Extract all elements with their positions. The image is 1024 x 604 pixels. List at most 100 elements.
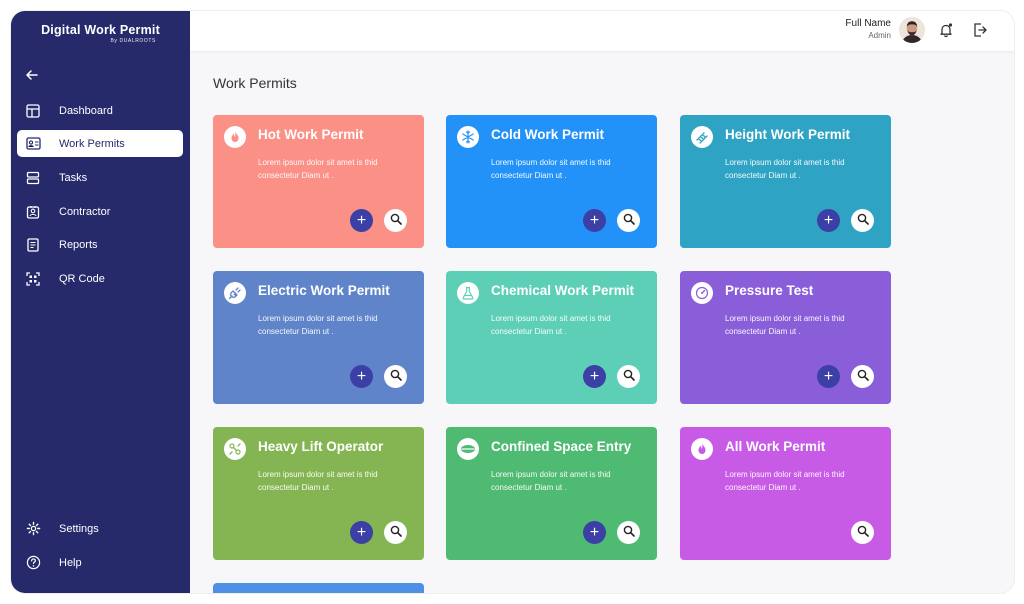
permit-card-cold-work-permit[interactable]: Cold Work Permit Lorem ipsum dolor sit am…	[446, 115, 657, 248]
search-icon	[390, 212, 402, 230]
flask-icon	[457, 282, 479, 304]
card-title: Cold Work Permit	[491, 127, 605, 142]
manhole-icon	[457, 438, 479, 460]
add-permit-button[interactable]: +	[350, 209, 373, 232]
add-permit-button[interactable]: +	[350, 521, 373, 544]
sidebar-item-label: Contractor	[59, 205, 111, 218]
sidebar-item-label: Reports	[59, 238, 98, 251]
brand-logo: Digital Work Permit By DUALROOTS	[11, 23, 190, 44]
sidebar-item-contractor[interactable]: Contractor	[17, 198, 183, 225]
permit-card-all-work-permit[interactable]: All Work Permit Lorem ipsum dolor sit ame…	[680, 427, 891, 560]
brand-title: Digital Work Permit	[41, 23, 160, 37]
flame-icon	[691, 438, 713, 460]
card-title: Height Work Permit	[725, 127, 851, 142]
page-title: Work Permits	[213, 75, 297, 91]
permit-card-heavy-lift-operator[interactable]: Heavy Lift Operator Lorem ipsum dolor sit…	[213, 427, 424, 560]
view-permit-button[interactable]	[617, 521, 640, 544]
search-icon	[623, 212, 635, 230]
permit-card-confined-space-entry[interactable]: Confined Space Entry Lorem ipsum dolor si…	[446, 427, 657, 560]
back-arrow-icon[interactable]	[24, 67, 40, 83]
view-permit-button[interactable]	[851, 209, 874, 232]
add-permit-button[interactable]: +	[817, 209, 840, 232]
permit-card-height-work-permit[interactable]: Height Work Permit Lorem ipsum dolor sit …	[680, 115, 891, 248]
search-icon	[857, 368, 869, 386]
view-permit-button[interactable]	[384, 521, 407, 544]
view-permit-button[interactable]	[617, 209, 640, 232]
add-permit-button[interactable]: +	[350, 365, 373, 388]
search-icon	[857, 524, 869, 542]
plus-icon: +	[356, 367, 367, 385]
gauge-icon	[691, 282, 713, 304]
plug-icon	[224, 282, 246, 304]
reports-icon	[25, 237, 41, 253]
sidebar-item-reports[interactable]: Reports	[17, 231, 183, 258]
contractor-icon	[25, 204, 41, 220]
sidebar-item-help[interactable]: Help	[17, 549, 183, 576]
search-icon	[623, 524, 635, 542]
sidebar-item-qr-code[interactable]: QR Code	[17, 265, 183, 292]
card-title: Chemical Work Permit	[491, 283, 635, 298]
card-description: Lorem ipsum dolor sit amet is thid conse…	[725, 314, 845, 336]
view-permit-button[interactable]	[384, 365, 407, 388]
add-permit-button[interactable]: +	[583, 365, 606, 388]
sidebar-item-label: Help	[59, 556, 82, 569]
dashboard-icon	[25, 103, 41, 119]
search-icon	[857, 212, 869, 230]
user-name: Full Name	[845, 18, 891, 29]
plus-icon: +	[589, 523, 600, 541]
card-description: Lorem ipsum dolor sit amet is thid conse…	[725, 470, 845, 492]
plus-icon: +	[589, 367, 600, 385]
user-role: Admin	[868, 31, 891, 40]
card-description: Lorem ipsum dolor sit amet is thid conse…	[258, 470, 378, 492]
card-description: Lorem ipsum dolor sit amet is thid conse…	[491, 158, 611, 180]
view-permit-button[interactable]	[851, 365, 874, 388]
plus-icon: +	[356, 523, 367, 541]
avatar[interactable]	[899, 17, 925, 43]
view-permit-button[interactable]	[384, 209, 407, 232]
permit-card-partial[interactable]	[213, 583, 424, 593]
add-permit-button[interactable]: +	[583, 209, 606, 232]
card-description: Lorem ipsum dolor sit amet is thid conse…	[491, 470, 611, 492]
logout-icon[interactable]	[972, 22, 988, 38]
ladder-icon	[691, 126, 713, 148]
plus-icon: +	[356, 211, 367, 229]
brand-subtitle: By DUALROOTS	[110, 38, 156, 44]
id-card-icon	[25, 136, 41, 152]
sidebar-item-work-permits[interactable]: Work Permits	[17, 130, 183, 157]
tasks-icon	[25, 170, 41, 186]
card-title: Confined Space Entry	[491, 439, 632, 454]
sidebar-item-tasks[interactable]: Tasks	[17, 164, 183, 191]
top-bar: Full Name Admin	[190, 11, 1014, 51]
permit-card-hot-work-permit[interactable]: Hot Work Permit Lorem ipsum dolor sit ame…	[213, 115, 424, 248]
sidebar-item-label: Tasks	[59, 171, 88, 184]
plus-icon: +	[823, 211, 834, 229]
permit-card-pressure-test[interactable]: Pressure Test Lorem ipsum dolor sit amet …	[680, 271, 891, 404]
search-icon	[623, 368, 635, 386]
card-description: Lorem ipsum dolor sit amet is thid conse…	[491, 314, 611, 336]
notification-bell-icon[interactable]	[938, 22, 954, 38]
card-title: Electric Work Permit	[258, 283, 390, 298]
sidebar-item-label: Settings	[59, 522, 99, 535]
sidebar-item-dashboard[interactable]: Dashboard	[17, 97, 183, 124]
card-title: Pressure Test	[725, 283, 814, 298]
search-icon	[390, 524, 402, 542]
view-permit-button[interactable]	[617, 365, 640, 388]
add-permit-button[interactable]: +	[583, 521, 606, 544]
user-info: Full Name Admin	[845, 18, 891, 40]
card-description: Lorem ipsum dolor sit amet is thid conse…	[725, 158, 845, 180]
sidebar-item-label: Dashboard	[59, 104, 113, 117]
sidebar-item-settings[interactable]: Settings	[17, 515, 183, 542]
sidebar-item-label: QR Code	[59, 272, 105, 285]
add-permit-button[interactable]: +	[817, 365, 840, 388]
qr-code-icon	[25, 271, 41, 287]
gear-icon	[25, 521, 41, 537]
card-title: Hot Work Permit	[258, 127, 364, 142]
permit-card-electric-work-permit[interactable]: Electric Work Permit Lorem ipsum dolor si…	[213, 271, 424, 404]
plus-icon: +	[823, 367, 834, 385]
view-permit-button[interactable]	[851, 521, 874, 544]
help-icon	[25, 555, 41, 571]
card-description: Lorem ipsum dolor sit amet is thid conse…	[258, 314, 378, 336]
app-window: Digital Work Permit By DUALROOTS Dashboa…	[11, 11, 1014, 593]
permit-card-chemical-work-permit[interactable]: Chemical Work Permit Lorem ipsum dolor si…	[446, 271, 657, 404]
card-title: Heavy Lift Operator	[258, 439, 384, 454]
